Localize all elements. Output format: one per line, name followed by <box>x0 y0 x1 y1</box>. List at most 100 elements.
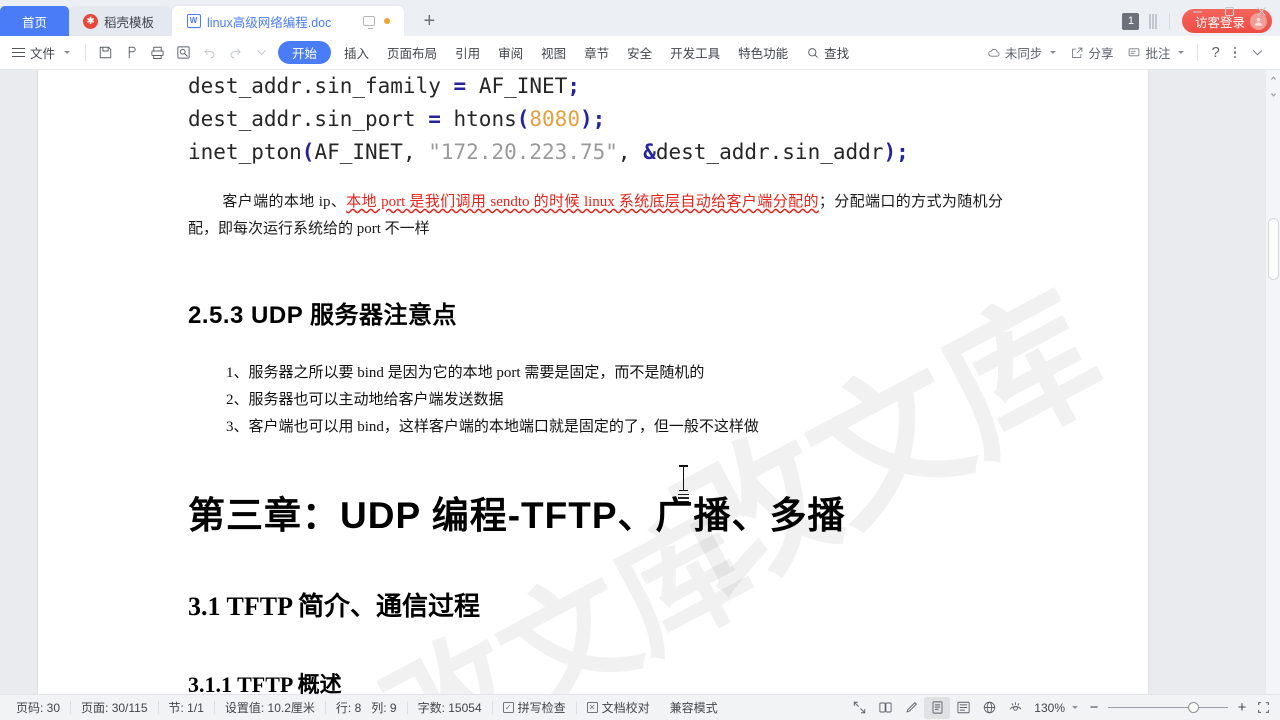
chevron-down-icon <box>1072 706 1078 709</box>
new-tab-button[interactable]: + <box>414 6 444 36</box>
code-token: ( <box>516 107 530 131</box>
two-page-icon[interactable] <box>872 697 898 719</box>
tab-linux-doc[interactable]: W linux高级网络编程.doc <box>172 6 405 36</box>
tab-dev-tools[interactable]: 开发工具 <box>661 40 729 66</box>
zoom-in-button[interactable]: + <box>1232 699 1252 716</box>
list-item: 2、服务器也可以主动地给客户端发送数据 <box>226 392 504 408</box>
find-label: 查找 <box>824 47 850 61</box>
status-page-number[interactable]: 页码: 30 <box>6 699 70 716</box>
tab-kdocs-template[interactable]: ✱ 稻壳模板 <box>69 6 173 36</box>
undo-icon[interactable] <box>196 40 222 66</box>
tab-start[interactable]: 开始 <box>278 41 332 64</box>
tab-security[interactable]: 安全 <box>618 40 661 66</box>
zoom-level-button[interactable]: 130% <box>1028 701 1084 715</box>
ribbon-toolbar: 文件 开始 插入 页面布局 引用 审阅 视图 章节 安全 开发工具 特色功能 查… <box>0 36 1280 70</box>
tab-template-label: 稻壳模板 <box>104 15 155 30</box>
maximize-icon[interactable] <box>1214 0 1244 22</box>
word-doc-icon: W <box>186 14 201 29</box>
code-token: inet_pton <box>188 140 302 164</box>
code-token: ); <box>883 140 909 164</box>
scroll-down-arrow-icon[interactable] <box>1266 86 1280 102</box>
comment-button[interactable]: 批注 <box>1120 40 1191 66</box>
code-token: dest_addr.sin_port <box>188 107 429 131</box>
divider <box>1197 44 1199 61</box>
chapter-main: UDP 编程-TFTP、广播、多播 <box>340 495 846 536</box>
status-bar: 页码: 30 页面: 30/115 节: 1/1 设置值: 10.2厘米 行: … <box>0 694 1280 720</box>
status-proofread[interactable]: ✕ 文档校对 <box>577 699 660 716</box>
status-compat-mode[interactable]: 兼容模式 <box>660 699 728 716</box>
edit-pen-icon[interactable] <box>898 697 924 719</box>
find-button[interactable]: 查找 <box>797 40 858 66</box>
page-view-icon[interactable] <box>924 696 951 719</box>
document-canvas[interactable]: 改文库 改文库 dest_addr.sin_family = AF_INET; … <box>0 70 1280 694</box>
code-token: AF_INET, <box>314 140 429 164</box>
tab-chapter[interactable]: 章节 <box>575 40 618 66</box>
zoom-slider[interactable] <box>1108 701 1228 715</box>
cloud-sync-icon <box>988 48 1000 57</box>
sync-status-button[interactable]: 未同步 <box>980 40 1064 66</box>
minimize-icon[interactable] <box>1182 0 1212 22</box>
code-token: & <box>643 140 656 164</box>
scroll-up-arrow-icon[interactable] <box>1266 70 1280 86</box>
outline-view-icon[interactable] <box>950 697 976 719</box>
code-token: ); <box>579 107 606 131</box>
fit-page-icon[interactable] <box>1252 697 1274 719</box>
text-cursor-marks <box>678 494 689 504</box>
zoom-slider-thumb[interactable] <box>1188 702 1199 713</box>
code-token: AF_INET <box>478 74 568 98</box>
share-button[interactable]: 分享 <box>1063 40 1120 66</box>
code-token: dest_addr.sin_family <box>188 74 454 98</box>
help-button[interactable]: ? <box>1204 40 1226 66</box>
heading-3-1-1: 3.1.1 TFTP 概述 <box>188 672 342 694</box>
present-icon[interactable] <box>363 16 376 29</box>
tab-special-features[interactable]: 特色功能 <box>729 40 797 66</box>
comment-label: 批注 <box>1145 47 1171 61</box>
status-proofread-label: 文档校对 <box>601 701 650 715</box>
tab-count-badge[interactable]: 1 <box>1122 12 1140 30</box>
code-token: dest_addr.sin_addr <box>655 140 884 164</box>
status-pages[interactable]: 页面: 30/115 <box>71 699 157 716</box>
file-menu-button[interactable]: 文件 <box>8 40 79 66</box>
status-section[interactable]: 节: 1/1 <box>159 699 214 716</box>
code-token: , <box>617 140 644 164</box>
status-col[interactable]: 列: 9 <box>371 699 406 716</box>
tab-insert[interactable]: 插入 <box>335 40 378 66</box>
redo-icon[interactable] <box>222 40 248 66</box>
tab-home[interactable]: 首页 <box>0 6 70 36</box>
share-icon <box>1072 47 1083 58</box>
tab-status-icons <box>337 16 391 29</box>
status-right-group: 130% − + <box>846 696 1274 719</box>
scrollbar-thumb[interactable] <box>1268 218 1279 280</box>
save-icon[interactable] <box>92 40 118 66</box>
tab-view[interactable]: 视图 <box>532 40 575 66</box>
comment-icon <box>1129 47 1140 56</box>
zoom-out-button[interactable]: − <box>1084 699 1104 716</box>
status-setting-value[interactable]: 设置值: 10.2厘米 <box>215 699 325 716</box>
collapse-ribbon-icon[interactable] <box>1243 40 1272 66</box>
tab-review[interactable]: 审阅 <box>489 40 532 66</box>
print-icon[interactable] <box>144 40 170 66</box>
code-line: dest_addr.sin_port = htons(8080); <box>188 103 1003 136</box>
fullscreen-icon[interactable] <box>846 697 872 719</box>
tab-page-layout[interactable]: 页面布局 <box>378 40 446 66</box>
wps-writer-window: 首页 ✱ 稻壳模板 W linux高级网络编程.doc + 1 访客登录 文件 … <box>0 0 1280 720</box>
vertical-scrollbar[interactable] <box>1265 70 1280 694</box>
pin-icon[interactable] <box>118 40 144 66</box>
hamburger-icon <box>12 48 25 57</box>
print-preview-icon[interactable] <box>170 40 196 66</box>
more-vertical-icon[interactable] <box>1227 40 1243 66</box>
document-page[interactable]: 改文库 改文库 dest_addr.sin_family = AF_INET; … <box>38 70 1148 694</box>
divider <box>1168 13 1170 29</box>
web-view-icon[interactable] <box>976 697 1002 719</box>
code-line: dest_addr.sin_family = AF_INET; <box>188 70 1003 103</box>
read-eye-icon[interactable] <box>1002 697 1028 719</box>
customize-quick-access-icon[interactable] <box>248 40 274 66</box>
divider <box>85 44 87 61</box>
close-icon[interactable] <box>1246 0 1276 22</box>
status-row[interactable]: 行: 8 <box>326 699 371 716</box>
status-word-count[interactable]: 字数: 15054 <box>408 699 492 716</box>
tab-references[interactable]: 引用 <box>446 40 489 66</box>
checkbox-checked-icon: ✓ <box>502 702 514 713</box>
checkbox-x-icon: ✕ <box>586 702 598 713</box>
status-spellcheck[interactable]: ✓ 拼写检查 <box>493 699 576 716</box>
